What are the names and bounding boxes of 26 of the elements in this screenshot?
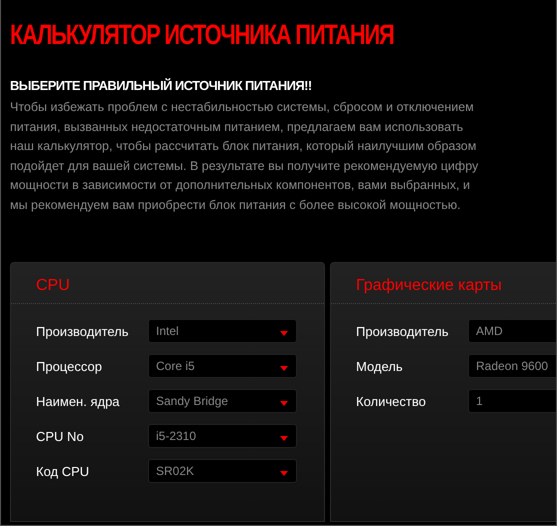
select-field[interactable]: SR02K <box>148 459 297 483</box>
field-label: CPU No <box>36 428 85 444</box>
field-label: Наимен. ядра <box>36 394 121 408</box>
select-field[interactable]: AMD <box>468 319 556 343</box>
select-field[interactable]: Radeon 9600 <box>468 354 556 378</box>
page-title: КАЛЬКУЛЯТОР ИСТОЧНИКА ПИТАНИЯ <box>10 18 394 52</box>
select-field[interactable]: 1 <box>468 389 556 413</box>
select-field[interactable]: i5-2310 <box>148 424 297 448</box>
field-label: Количество <box>356 394 427 408</box>
section-heading: ВЫБЕРИТЕ ПРАВИЛЬНЫЙ ИСТОЧНИК ПИТАНИЯ!! <box>10 78 312 94</box>
panel-title: Графические карты <box>331 263 556 304</box>
caret-icon <box>280 330 288 336</box>
caret-icon <box>280 366 288 370</box>
field-label: Модель <box>356 358 404 374</box>
select-field[interactable]: Sandy Bridge <box>148 389 297 413</box>
field-label: Производитель <box>36 324 130 338</box>
intro-paragraph: Чтобы избежать проблем с нестабильностью системы, сбросом и отключением питания, вызванных недостаточным питанием, предлагаем вам использовать наш калькулятор, чтобы рассчитать блок питания, который наилучшим образом подойдет для вашей системы. В результате вы получите рекомендуемую цифру мощности в зависимости от дополнительных компонентов, вами выбранных, и мы рекомендуем вам приобрести блок питания с более высокой мощностью. <box>10 99 480 214</box>
caret-icon <box>280 400 288 406</box>
field-label: Процессор <box>36 358 103 374</box>
panel-title: CPU <box>11 263 324 304</box>
caret-icon <box>280 436 288 440</box>
caret-icon <box>280 470 288 476</box>
select-field[interactable]: Intel <box>148 319 297 343</box>
field-label: Производитель <box>356 324 450 338</box>
field-label: Код CPU <box>36 464 90 478</box>
select-field[interactable]: Core i5 <box>148 354 297 378</box>
